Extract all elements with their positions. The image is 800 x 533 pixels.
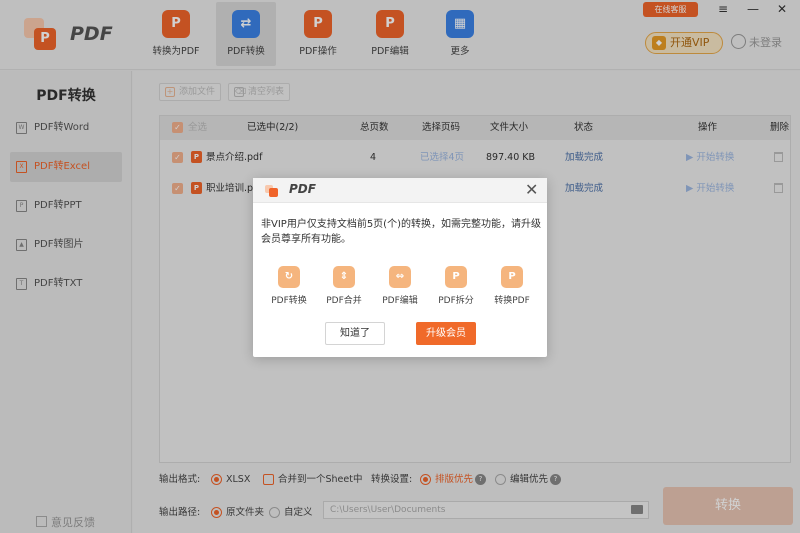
feature-to-pdf: P 转换PDF [487,266,537,306]
refresh-icon: ↻ [278,266,300,288]
vip-dialog: PDF ✕ 非VIP用户仅支持文档前5页(个)的转换，如需完整功能，请升级会员尊… [253,178,547,357]
got-it-button[interactable]: 知道了 [325,322,385,345]
edit-icon: ⇔ [389,266,411,288]
feature-pdf-merge: ⇕ PDF合并 [319,266,369,306]
merge-icon: ⇕ [333,266,355,288]
feature-pdf-edit: ⇔ PDF编辑 [375,266,425,306]
dialog-title: PDF [289,182,316,196]
dialog-header: PDF ✕ [253,178,547,203]
close-icon[interactable]: ✕ [525,181,538,199]
dialog-message: 非VIP用户仅支持文档前5页(个)的转换，如需完整功能，请升级会员尊享所有功能。 [261,219,541,245]
to-pdf-icon: P [501,266,523,288]
dialog-logo [265,185,278,197]
feature-pdf-convert: ↻ PDF转换 [264,266,314,306]
upgrade-vip-button[interactable]: 升级会员 [416,322,476,345]
split-icon: P [445,266,467,288]
feature-pdf-split: P PDF拆分 [431,266,481,306]
